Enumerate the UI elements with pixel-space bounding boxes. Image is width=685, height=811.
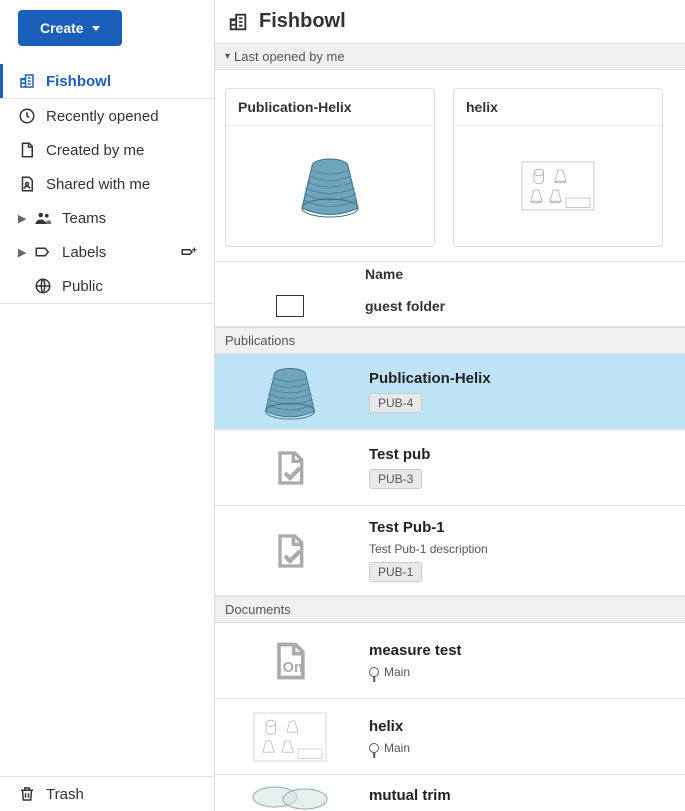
create-button[interactable]: Create [18, 10, 122, 46]
document-person-icon [18, 175, 36, 193]
create-label: Create [40, 20, 84, 36]
row-thumbnail: On [215, 623, 365, 699]
list-header: Name [215, 262, 685, 286]
sidebar-item-label: Created by me [46, 142, 144, 159]
building-icon [18, 72, 36, 90]
page-header: Fishbowl [215, 0, 685, 43]
trash-icon [18, 785, 36, 803]
sidebar-item-recently-opened[interactable]: Recently opened [0, 99, 214, 133]
sidebar-item-fishbowl[interactable]: Fishbowl [0, 64, 214, 98]
row-badge: PUB-3 [369, 469, 422, 489]
row-badge: PUB-1 [369, 562, 422, 582]
building-icon [227, 11, 249, 33]
section-label: Documents [225, 602, 291, 617]
sidebar-item-label: Recently opened [46, 108, 159, 125]
row-title: mutual trim [369, 787, 681, 804]
section-label: Publications [225, 333, 295, 348]
chevron-right-icon: ▶ [18, 212, 28, 225]
sidebar: Create Fishbowl Recently opened Created … [0, 0, 215, 811]
folder-icon [276, 295, 304, 317]
sidebar-item-teams[interactable]: ▶ Teams [0, 201, 214, 235]
row-branch: Main [369, 741, 681, 755]
row-thumbnail [215, 430, 365, 506]
list-row-document[interactable]: mutual trim [215, 775, 685, 811]
sidebar-item-label: Trash [46, 786, 84, 803]
list-row-publication[interactable]: Test Pub-1 Test Pub-1 description PUB-1 [215, 506, 685, 596]
section-label: Last opened by me [234, 49, 345, 64]
row-thumbnail [215, 513, 365, 589]
row-badge: PUB-4 [369, 393, 422, 413]
card-title: helix [454, 89, 662, 126]
card-publication-helix[interactable]: Publication-Helix [225, 88, 435, 247]
chevron-down-icon: ▾ [225, 51, 230, 62]
row-title: Publication-Helix [369, 370, 681, 387]
row-title: helix [369, 718, 681, 735]
row-branch: Main [369, 665, 681, 679]
branch-icon [369, 743, 379, 753]
row-title: Test pub [369, 446, 681, 463]
card-row: Publication-Helix helix [215, 70, 685, 261]
card-helix[interactable]: helix [453, 88, 663, 247]
row-title: Test Pub-1 [369, 519, 681, 536]
sidebar-item-label: Shared with me [46, 176, 150, 193]
card-thumbnail [454, 126, 662, 246]
caret-down-icon [92, 26, 100, 31]
clock-icon [18, 107, 36, 125]
svg-text:On: On [283, 660, 303, 676]
sidebar-item-label: Labels [62, 244, 106, 261]
page-title: Fishbowl [259, 10, 346, 33]
branch-icon [369, 667, 379, 677]
column-name[interactable]: Name [365, 266, 685, 282]
team-icon [34, 209, 52, 227]
row-title: measure test [369, 642, 681, 659]
sidebar-item-label: Fishbowl [46, 73, 111, 90]
card-title: Publication-Helix [226, 89, 434, 126]
section-last-opened[interactable]: ▾ Last opened by me [215, 43, 685, 70]
sidebar-item-label: Public [62, 278, 103, 295]
document-icon [18, 141, 36, 159]
row-thumbnail [215, 699, 365, 775]
row-description: Test Pub-1 description [369, 542, 681, 556]
sidebar-item-label: Teams [62, 210, 106, 227]
row-thumbnail [215, 775, 365, 811]
section-publications: Publications [215, 327, 685, 354]
list-row-publication[interactable]: Test pub PUB-3 [215, 430, 685, 506]
row-title: guest folder [365, 298, 685, 314]
label-icon [34, 243, 52, 261]
label-add-icon[interactable] [180, 243, 198, 261]
main-content: Fishbowl ▾ Last opened by me Publication… [215, 0, 685, 811]
sidebar-item-labels[interactable]: ▶ Labels [0, 235, 214, 269]
list-row-publication[interactable]: Publication-Helix PUB-4 [215, 354, 685, 430]
list-row-document[interactable]: helix Main [215, 699, 685, 775]
list-row-folder[interactable]: guest folder [215, 286, 685, 327]
section-documents: Documents [215, 596, 685, 623]
sidebar-item-trash[interactable]: Trash [0, 777, 214, 811]
sidebar-item-shared-with-me[interactable]: Shared with me [0, 167, 214, 201]
row-thumbnail [215, 354, 365, 430]
chevron-right-icon: ▶ [18, 246, 28, 259]
globe-icon [34, 277, 52, 295]
card-thumbnail [226, 126, 434, 246]
list-row-document[interactable]: On measure test Main [215, 623, 685, 699]
sidebar-item-public[interactable]: ▶ Public [0, 269, 214, 303]
sidebar-item-created-by-me[interactable]: Created by me [0, 133, 214, 167]
